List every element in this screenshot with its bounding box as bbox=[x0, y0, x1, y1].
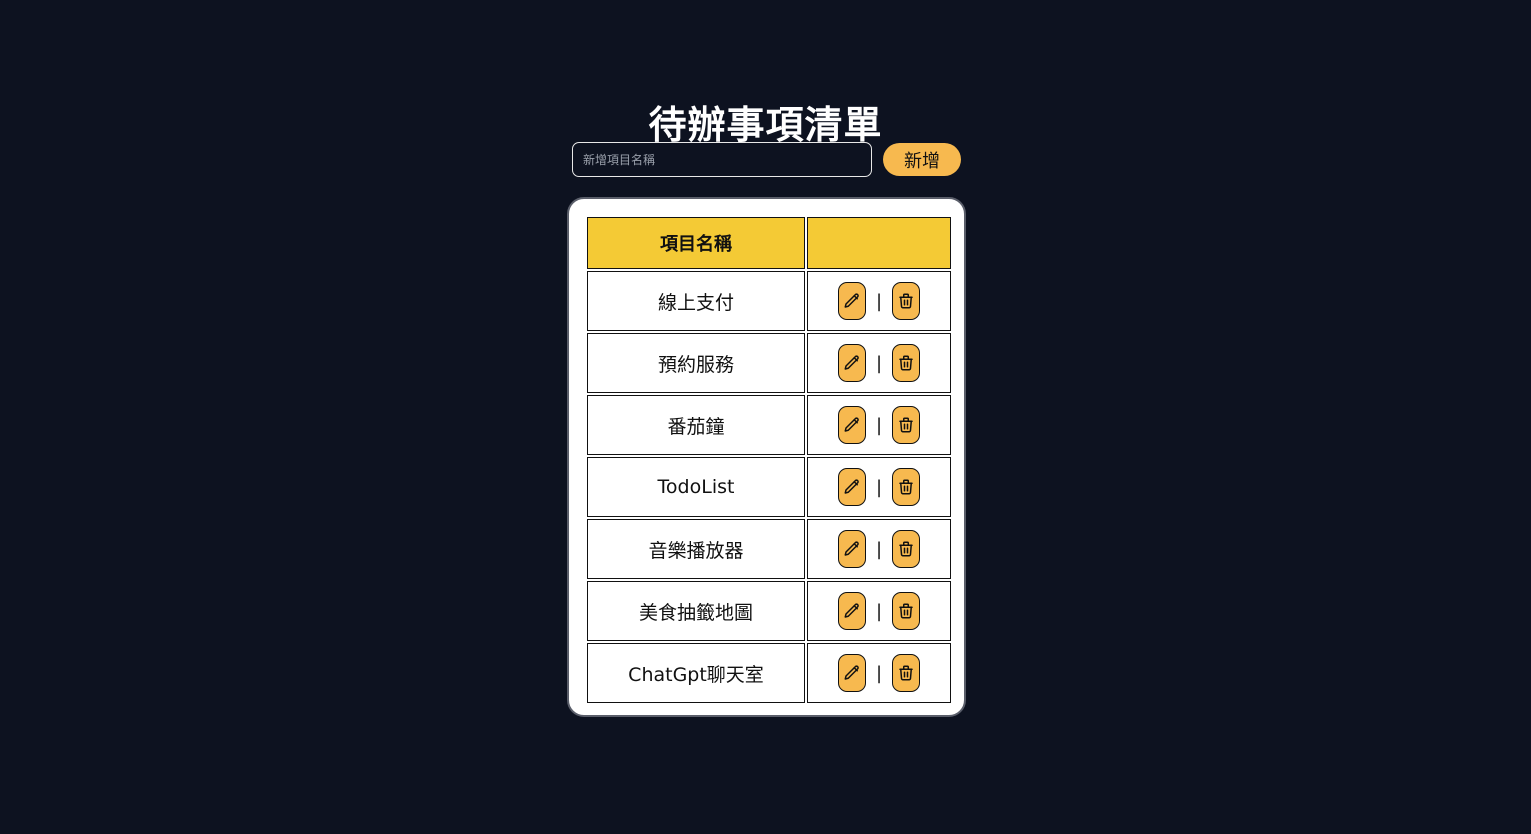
trash-icon bbox=[897, 292, 915, 310]
row-actions: | bbox=[808, 468, 950, 506]
delete-button[interactable] bbox=[892, 654, 920, 692]
table-row: ChatGpt聊天室 | bbox=[587, 643, 951, 703]
trash-icon bbox=[897, 478, 915, 496]
item-actions-cell: | bbox=[807, 519, 951, 579]
action-separator: | bbox=[875, 352, 883, 374]
new-item-input[interactable] bbox=[572, 142, 872, 177]
pencil-icon bbox=[843, 540, 861, 558]
pencil-icon bbox=[843, 478, 861, 496]
edit-button[interactable] bbox=[838, 530, 866, 568]
row-actions: | bbox=[808, 282, 950, 320]
edit-button[interactable] bbox=[838, 468, 866, 506]
item-name-cell: 線上支付 bbox=[587, 271, 805, 331]
trash-icon bbox=[897, 602, 915, 620]
table-row: TodoList | bbox=[587, 457, 951, 517]
action-separator: | bbox=[875, 538, 883, 560]
action-separator: | bbox=[875, 600, 883, 622]
todo-card: 項目名稱 線上支付 | 預約服務 | 番茄鐘 | TodoList | 音樂播放… bbox=[567, 197, 966, 717]
item-name-cell: 音樂播放器 bbox=[587, 519, 805, 579]
item-name-cell: ChatGpt聊天室 bbox=[587, 643, 805, 703]
row-actions: | bbox=[808, 406, 950, 444]
edit-button[interactable] bbox=[838, 406, 866, 444]
delete-button[interactable] bbox=[892, 344, 920, 382]
item-actions-cell: | bbox=[807, 457, 951, 517]
table-row: 預約服務 | bbox=[587, 333, 951, 393]
item-name-cell: 美食抽籤地圖 bbox=[587, 581, 805, 641]
row-actions: | bbox=[808, 530, 950, 568]
delete-button[interactable] bbox=[892, 468, 920, 506]
edit-button[interactable] bbox=[838, 282, 866, 320]
table-row: 音樂播放器 | bbox=[587, 519, 951, 579]
trash-icon bbox=[897, 354, 915, 372]
pencil-icon bbox=[843, 292, 861, 310]
pencil-icon bbox=[843, 664, 861, 682]
delete-button[interactable] bbox=[892, 592, 920, 630]
item-actions-cell: | bbox=[807, 395, 951, 455]
delete-button[interactable] bbox=[892, 530, 920, 568]
item-actions-cell: | bbox=[807, 333, 951, 393]
row-actions: | bbox=[808, 592, 950, 630]
table-row: 線上支付 | bbox=[587, 271, 951, 331]
header-actions bbox=[807, 217, 951, 269]
row-actions: | bbox=[808, 344, 950, 382]
item-actions-cell: | bbox=[807, 271, 951, 331]
item-name-cell: 預約服務 bbox=[587, 333, 805, 393]
delete-button[interactable] bbox=[892, 282, 920, 320]
table-header-row: 項目名稱 bbox=[587, 217, 951, 269]
pencil-icon bbox=[843, 354, 861, 372]
header-item-name: 項目名稱 bbox=[587, 217, 805, 269]
action-separator: | bbox=[875, 290, 883, 312]
todo-table: 項目名稱 線上支付 | 預約服務 | 番茄鐘 | TodoList | 音樂播放… bbox=[585, 215, 953, 705]
pencil-icon bbox=[843, 416, 861, 434]
item-name-cell: 番茄鐘 bbox=[587, 395, 805, 455]
edit-button[interactable] bbox=[838, 592, 866, 630]
item-name-cell: TodoList bbox=[587, 457, 805, 517]
edit-button[interactable] bbox=[838, 654, 866, 692]
add-item-form: 新增 bbox=[572, 142, 962, 178]
trash-icon bbox=[897, 664, 915, 682]
action-separator: | bbox=[875, 476, 883, 498]
table-row: 美食抽籤地圖 | bbox=[587, 581, 951, 641]
trash-icon bbox=[897, 416, 915, 434]
action-separator: | bbox=[875, 662, 883, 684]
item-actions-cell: | bbox=[807, 581, 951, 641]
row-actions: | bbox=[808, 654, 950, 692]
delete-button[interactable] bbox=[892, 406, 920, 444]
action-separator: | bbox=[875, 414, 883, 436]
add-item-button[interactable]: 新增 bbox=[883, 143, 961, 176]
pencil-icon bbox=[843, 602, 861, 620]
trash-icon bbox=[897, 540, 915, 558]
table-row: 番茄鐘 | bbox=[587, 395, 951, 455]
item-actions-cell: | bbox=[807, 643, 951, 703]
edit-button[interactable] bbox=[838, 344, 866, 382]
